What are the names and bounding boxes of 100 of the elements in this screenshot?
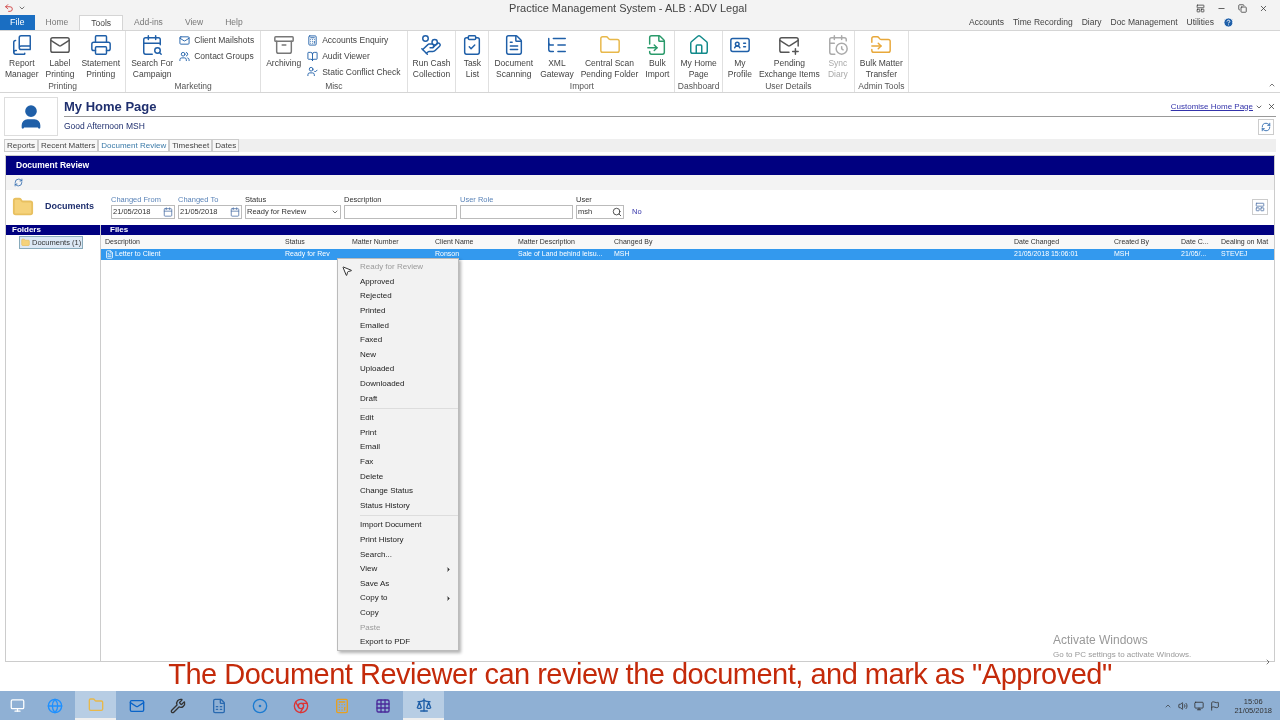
input-field[interactable] bbox=[460, 204, 573, 219]
ribbon-button[interactable]: Central Scan Pending Folder bbox=[577, 34, 642, 80]
ribbon-button[interactable]: XML Gateway bbox=[537, 34, 577, 80]
refresh-icon[interactable] bbox=[14, 178, 23, 187]
menu-link[interactable]: Accounts bbox=[969, 16, 1004, 29]
ribbon-button[interactable]: Report Manager bbox=[2, 34, 42, 80]
calendar-icon[interactable] bbox=[163, 206, 173, 217]
group-label: Dashboard bbox=[677, 81, 720, 91]
document-icon bbox=[210, 697, 227, 714]
ribbon-button[interactable]: Task List bbox=[458, 34, 487, 80]
ribbon-button[interactable]: Bulk Import bbox=[642, 34, 673, 80]
ribbon-small-button[interactable]: Contact Groups bbox=[179, 49, 255, 63]
calendar-icon[interactable] bbox=[230, 206, 240, 217]
input-field[interactable] bbox=[344, 204, 457, 219]
menu-item[interactable]: New bbox=[338, 347, 458, 363]
ribbon-button[interactable]: Statement Printing bbox=[78, 34, 124, 80]
page-tab[interactable]: Dates bbox=[212, 139, 240, 152]
menu-item[interactable]: Status History bbox=[338, 498, 458, 514]
house-icon bbox=[687, 34, 710, 56]
menu-item[interactable]: Rejected bbox=[338, 289, 458, 304]
menu-item[interactable]: Draft bbox=[338, 391, 458, 406]
search-icon[interactable] bbox=[612, 206, 622, 217]
menu-item[interactable]: Copy to bbox=[338, 591, 458, 606]
ribbon-button[interactable]: Document Scanning bbox=[491, 34, 537, 80]
menu-item[interactable]: Copy bbox=[338, 605, 458, 621]
folder-icon bbox=[21, 238, 30, 248]
ribbon-button[interactable]: Search For Campaign bbox=[128, 34, 177, 80]
start-icon[interactable] bbox=[9, 698, 25, 713]
panel-title: Document Review bbox=[16, 159, 90, 172]
ribbon-tab[interactable]: Add-ins bbox=[123, 15, 174, 30]
menu-item[interactable]: Print bbox=[338, 425, 458, 441]
ribbon-button[interactable]: Run Cash Collection bbox=[409, 34, 454, 80]
page-tab[interactable]: Document Review bbox=[98, 139, 170, 152]
file-tab[interactable]: File bbox=[0, 15, 35, 30]
scroll-right-icon[interactable] bbox=[1264, 658, 1272, 666]
refresh-button[interactable] bbox=[1258, 118, 1274, 135]
menu-item[interactable]: Edit bbox=[338, 410, 458, 426]
mail-icon bbox=[128, 697, 145, 714]
taskbar-app[interactable] bbox=[403, 691, 444, 720]
menu-item[interactable]: Fax bbox=[338, 454, 458, 470]
ribbon-button[interactable]: My Home Page bbox=[677, 34, 720, 80]
menu-item[interactable]: Downloaded bbox=[338, 376, 458, 392]
ribbon-button[interactable]: Archiving bbox=[263, 34, 305, 69]
envelope-icon bbox=[48, 34, 71, 56]
ribbon-tab[interactable]: View bbox=[173, 15, 215, 30]
menu-item[interactable]: Emailed bbox=[338, 318, 458, 333]
envelope-icon bbox=[179, 34, 191, 46]
chrome-icon bbox=[292, 697, 309, 714]
menu-item[interactable]: Search... bbox=[338, 547, 458, 562]
greeting-text: Good Afternoon MSH bbox=[64, 120, 145, 133]
close-icon[interactable] bbox=[1267, 102, 1276, 111]
ribbon-small-button[interactable]: Audit Viewer bbox=[307, 49, 401, 63]
ribbon-small-button[interactable]: Accounts Enquiry bbox=[307, 34, 401, 47]
menu-item[interactable]: Approved bbox=[338, 274, 458, 290]
ribbon-tab[interactable]: Tools bbox=[79, 15, 124, 30]
menu-item[interactable]: Printed bbox=[338, 303, 458, 319]
menu-item[interactable]: Save As bbox=[338, 576, 458, 592]
folders-title: Folders bbox=[12, 225, 42, 235]
folder-icon bbox=[598, 34, 621, 56]
menu-item[interactable]: Print History bbox=[338, 532, 458, 548]
group-label: User Details bbox=[765, 81, 812, 91]
close-icon[interactable] bbox=[1259, 3, 1268, 13]
tools-icon bbox=[169, 697, 186, 714]
ribbon-small-button[interactable]: Client Mailshots bbox=[179, 34, 255, 47]
menu-link[interactable]: Utilities bbox=[1186, 16, 1214, 29]
volume-icon[interactable] bbox=[1178, 700, 1189, 711]
page-tab[interactable]: Reports bbox=[4, 139, 38, 152]
ribbon-button[interactable]: Pending Exchange Items bbox=[755, 34, 823, 80]
ribbon-tab[interactable]: Help bbox=[214, 15, 254, 30]
menu-item[interactable]: Change Status bbox=[338, 483, 458, 499]
menu-link[interactable]: Diary bbox=[1081, 16, 1102, 29]
ribbon-small-button[interactable]: Static Conflict Check bbox=[307, 65, 401, 79]
page-title: My Home Page bbox=[64, 97, 157, 116]
collapse-icon[interactable] bbox=[1268, 81, 1276, 89]
page-tab[interactable]: Recent Matters bbox=[38, 139, 99, 152]
restore-icon[interactable] bbox=[1238, 3, 1247, 13]
ribbon-tab[interactable]: Home bbox=[34, 15, 80, 30]
ribbon-button[interactable]: My Profile bbox=[724, 34, 755, 80]
ribbon-button[interactable]: Label Printing bbox=[42, 34, 78, 80]
help-icon[interactable] bbox=[1223, 17, 1234, 28]
menu-item[interactable]: Uploaded bbox=[338, 362, 458, 377]
layout-button[interactable] bbox=[1252, 198, 1268, 215]
menu-link[interactable]: Time Recording bbox=[1012, 16, 1073, 29]
menu-item[interactable]: Import Document bbox=[338, 518, 458, 533]
menu-item[interactable]: Delete bbox=[338, 469, 458, 484]
ribbon-options-icon[interactable] bbox=[1196, 3, 1205, 13]
menu-item[interactable]: Faxed bbox=[338, 332, 458, 348]
scales-icon bbox=[415, 696, 432, 713]
printer-icon bbox=[89, 34, 112, 56]
network-icon[interactable] bbox=[1194, 700, 1205, 711]
customise-link[interactable]: Customise Home Page bbox=[1170, 100, 1253, 113]
page-tab[interactable]: Timesheet bbox=[169, 139, 213, 152]
menu-item[interactable]: View bbox=[338, 561, 458, 577]
ribbon-button[interactable]: Bulk Matter Transfer bbox=[856, 34, 906, 80]
dropdown-icon[interactable] bbox=[18, 4, 26, 12]
menu-link[interactable]: Doc Management bbox=[1110, 16, 1178, 29]
book-icon bbox=[307, 50, 319, 62]
menu-item[interactable]: Export to PDF bbox=[338, 634, 458, 650]
flag-icon[interactable] bbox=[1210, 700, 1221, 711]
menu-item[interactable]: Email bbox=[338, 440, 458, 455]
